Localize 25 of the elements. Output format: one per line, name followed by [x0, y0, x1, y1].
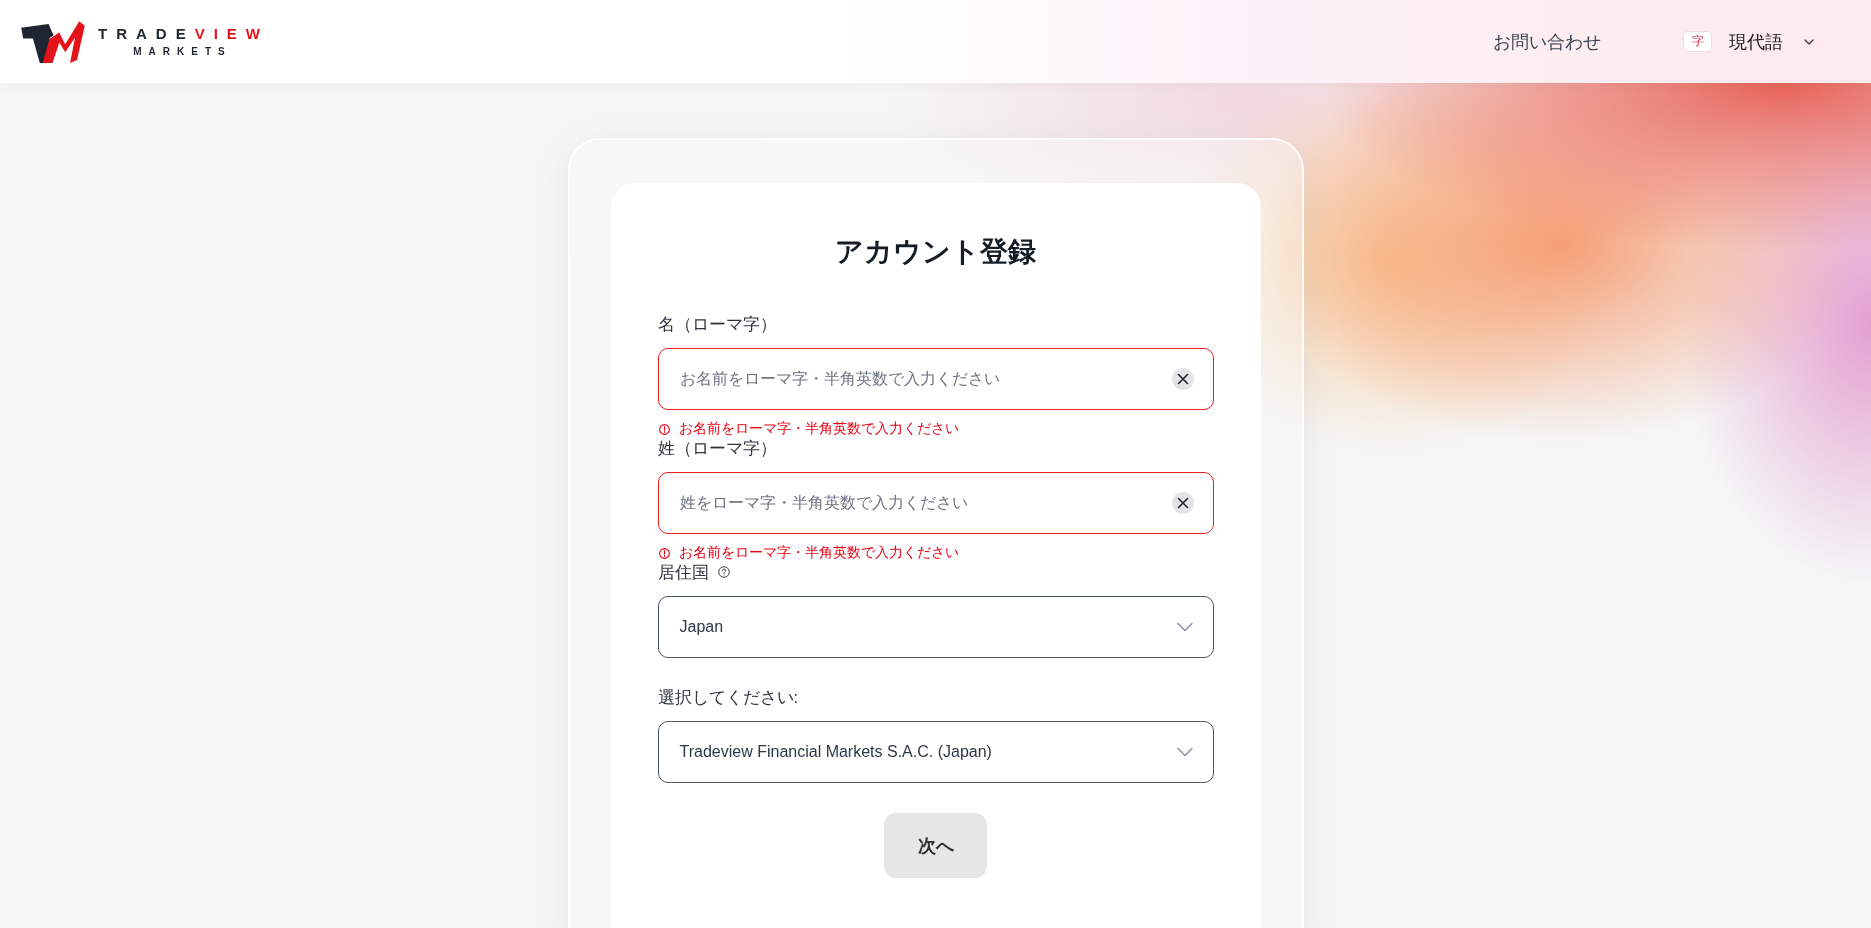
field-label: 姓（ローマ字）	[657, 438, 777, 459]
language-selector[interactable]: 現代語	[1729, 29, 1814, 54]
field-label: 居住国	[657, 562, 709, 583]
logo-icon[interactable]	[20, 19, 85, 64]
clear-icon[interactable]	[1171, 492, 1194, 514]
form-title: アカウント登録	[834, 235, 1037, 269]
dropdown-field[interactable]: Tradeview Financial Markets S.A.C. (Japan)	[657, 721, 1214, 783]
help-icon[interactable]	[717, 566, 730, 578]
chevron-down-icon	[1176, 747, 1193, 757]
error-message: お名前をローマ字・半角英数で入力ください	[678, 546, 959, 560]
chevron-down-icon	[1804, 38, 1814, 45]
language-badge: 字	[1684, 32, 1711, 51]
text-input-field[interactable]: 姓をローマ字・半角英数で入力ください	[657, 472, 1214, 534]
error-message: お名前をローマ字・半角英数で入力ください	[678, 422, 959, 436]
alert-icon	[658, 547, 670, 559]
field-label: 名（ローマ字）	[657, 314, 777, 335]
contact-link[interactable]: お問い合わせ	[1493, 29, 1601, 54]
chevron-down-icon	[1176, 622, 1193, 632]
clear-icon[interactable]	[1171, 368, 1194, 390]
dropdown-field[interactable]: Japan	[657, 596, 1214, 658]
logo-tagline: MARKETS	[133, 47, 232, 57]
logo-wordmark: TRADE VIEW	[98, 26, 269, 42]
alert-icon	[658, 423, 670, 435]
text-input-field[interactable]: お名前をローマ字・半角英数で入力ください	[657, 348, 1214, 410]
field-label: 選択してください:	[657, 687, 799, 708]
